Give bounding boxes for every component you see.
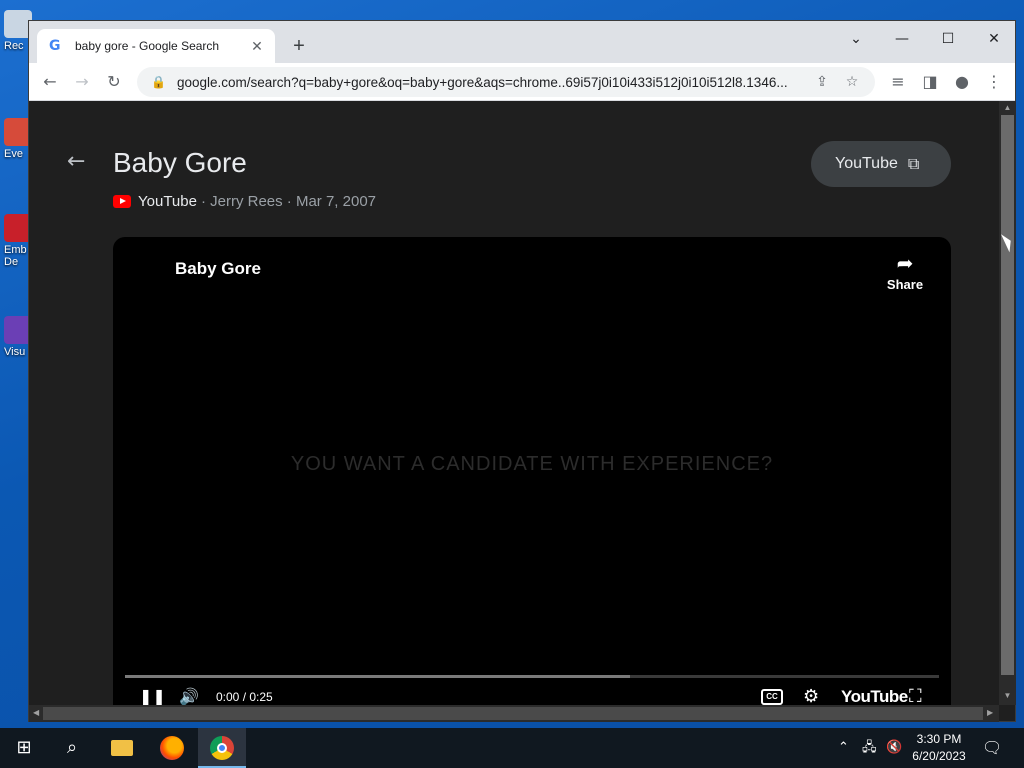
google-favicon-icon: G: [49, 38, 61, 54]
video-frame-text: YOU WANT A CANDIDATE WITH EXPERIENCE?: [290, 453, 774, 475]
tab-search-chevron-down-icon[interactable]: ⌄: [833, 25, 879, 53]
notifications-icon[interactable]: 🗨: [982, 728, 1002, 768]
share-label: Share: [886, 277, 924, 292]
volume-muted-icon[interactable]: 🔇: [886, 728, 902, 768]
fullscreen-icon[interactable]: ⛶: [909, 687, 922, 706]
clock-date: 6/20/2023: [912, 749, 966, 763]
vertical-scrollbar[interactable]: ▲ ▼: [999, 101, 1016, 705]
open-in-youtube-button[interactable]: YouTube ⧉: [811, 141, 951, 187]
search-icon[interactable]: ⌕: [48, 728, 96, 768]
forward-button[interactable]: →: [69, 69, 95, 95]
video-player[interactable]: Baby Gore ➦ Share YOU WANT A CANDIDATE W…: [113, 237, 951, 705]
side-panel-icon[interactable]: ◨: [917, 69, 943, 95]
start-windows-icon[interactable]: ⊞: [0, 728, 48, 768]
clock[interactable]: 3:30 PM 6/20/2023: [906, 731, 972, 765]
taskbar: ⊞ ⌕ ⌃ 🖧 🔇 3:30 PM 6/20/2023 🗨: [0, 728, 1024, 768]
maximize-button[interactable]: ☐: [925, 25, 971, 53]
progress-bar[interactable]: [125, 675, 939, 678]
reading-list-icon[interactable]: ≡: [885, 69, 911, 95]
address-bar[interactable]: 🔒 google.com/search?q=baby+gore&oq=baby+…: [137, 67, 875, 97]
close-window-button[interactable]: ✕: [971, 25, 1017, 53]
tab-close-icon[interactable]: ✕: [249, 38, 265, 55]
back-arrow-icon[interactable]: ←: [67, 149, 85, 174]
new-tab-button[interactable]: +: [287, 34, 311, 58]
pause-icon[interactable]: ❚❚: [139, 687, 166, 705]
browser-window: G baby gore - Google Search ✕ + ⌄ — ☐ ✕ …: [28, 20, 1016, 722]
external-link-icon: ⧉: [907, 154, 920, 173]
scroll-down-icon[interactable]: ▼: [999, 691, 1016, 700]
tab-title: baby gore - Google Search: [75, 39, 220, 53]
share-arrow-icon: ➦: [896, 251, 914, 275]
network-icon[interactable]: 🖧: [862, 728, 877, 768]
profile-avatar-icon[interactable]: ●: [949, 69, 975, 95]
settings-gear-icon[interactable]: ⚙: [803, 687, 819, 706]
result-source: YouTube: [138, 193, 197, 210]
share-button[interactable]: ➦ Share: [883, 251, 927, 292]
reload-button[interactable]: ↻: [101, 69, 127, 95]
url-text[interactable]: google.com/search?q=baby+gore&oq=baby+go…: [177, 75, 807, 90]
scroll-left-icon[interactable]: ◀: [33, 708, 39, 717]
lock-icon: 🔒: [151, 75, 166, 89]
chrome-icon[interactable]: [198, 728, 246, 768]
minimize-button[interactable]: —: [879, 25, 925, 53]
open-in-youtube-label: YouTube: [835, 155, 898, 172]
player-title[interactable]: Baby Gore: [175, 259, 261, 279]
result-meta-details: · Jerry Rees · Mar 7, 2007: [200, 193, 377, 210]
captions-button[interactable]: CC: [761, 689, 783, 705]
bookmark-star-icon[interactable]: ☆: [837, 74, 867, 90]
menu-kebab-icon[interactable]: ⋮: [981, 69, 1007, 95]
tab-google-search[interactable]: G baby gore - Google Search ✕: [37, 29, 275, 63]
share-page-icon[interactable]: ⇪: [807, 74, 837, 90]
firefox-icon[interactable]: [148, 728, 196, 768]
video-result-title: Baby Gore: [113, 147, 247, 178]
time-display: 0:00 / 0:25: [216, 690, 273, 704]
show-hidden-icons-chevron-up-icon[interactable]: ⌃: [838, 728, 849, 768]
progress-played: [125, 675, 630, 678]
horizontal-scrollbar[interactable]: ◀ ▶: [29, 705, 999, 722]
browser-toolbar: ← → ↻ 🔒 google.com/search?q=baby+gore&oq…: [29, 63, 1015, 101]
scroll-right-icon[interactable]: ▶: [987, 708, 993, 717]
page-content: ← Baby Gore YouTube · Jerry Rees · Mar 7…: [29, 101, 999, 705]
back-button[interactable]: ←: [37, 69, 63, 95]
volume-icon[interactable]: 🔊: [179, 687, 199, 705]
clock-time: 3:30 PM: [916, 732, 962, 746]
vertical-scroll-thumb[interactable]: [1001, 115, 1014, 675]
youtube-wordmark-button[interactable]: YouTube: [841, 687, 908, 705]
youtube-logo-icon: [113, 195, 131, 208]
result-meta: YouTube · Jerry Rees · Mar 7, 2007: [113, 193, 376, 210]
player-controls: ❚❚ 🔊 0:00 / 0:25 CC ⚙ YouTube ⛶: [113, 687, 951, 705]
tab-strip: G baby gore - Google Search ✕ + ⌄ — ☐ ✕: [29, 21, 1015, 63]
file-explorer-icon[interactable]: [98, 728, 146, 768]
horizontal-scroll-thumb[interactable]: [43, 707, 983, 720]
scroll-up-icon[interactable]: ▲: [999, 103, 1016, 112]
